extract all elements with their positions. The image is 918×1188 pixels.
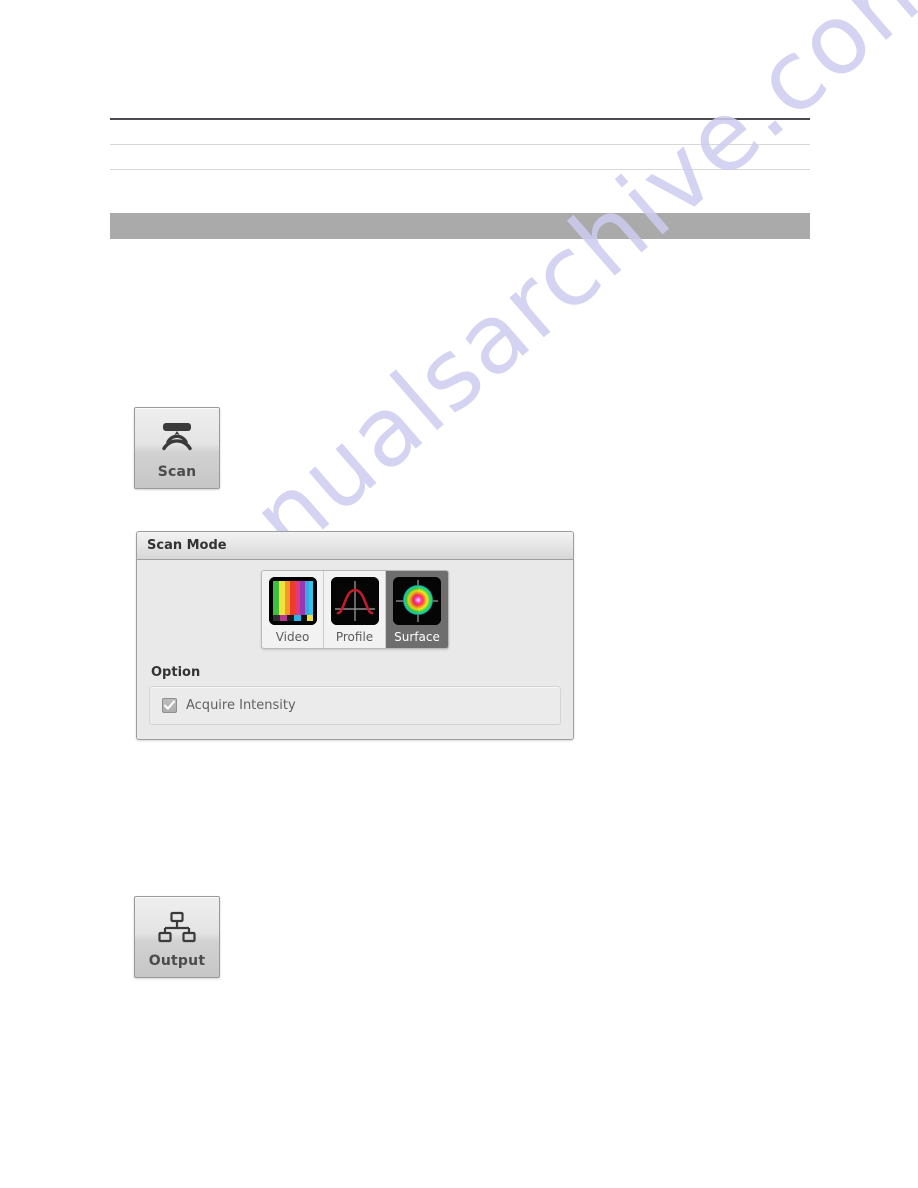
section-bar [110,213,810,239]
scan-mode-option-surface[interactable]: Surface [386,571,448,648]
scan-mode-panel-body: Video Profile Surface Option Acquire Int… [137,560,573,739]
acquire-intensity-label: Acquire Intensity [186,698,296,713]
color-bars-icon [268,577,317,625]
surface-heatmap-icon [393,577,441,625]
scan-button[interactable]: Scan [134,407,220,489]
option-group-title: Option [151,665,201,680]
output-button-label: Output [148,953,206,969]
scan-mode-panel: Scan Mode Video Profile Surface Option A… [136,531,574,740]
document-page: Scan Scan Mode Video Profile Surface Opt… [0,0,918,1188]
scan-mode-label-surface: Surface [394,630,440,644]
output-button[interactable]: Output [134,896,220,978]
rule-spacer-b [110,145,810,169]
acquire-intensity-checkbox[interactable] [162,698,177,713]
scan-mode-panel-header: Scan Mode [137,532,573,560]
scan-button-label: Scan [157,464,197,480]
scan-mode-selector-wrap: Video Profile Surface [149,570,561,649]
rule-spacer-a [110,120,810,144]
acquire-intensity-row[interactable]: Acquire Intensity [162,698,548,713]
bell-curve-icon [330,577,379,625]
option-group-box: Acquire Intensity [149,686,561,725]
rule-bottom [110,169,810,170]
scan-mode-selector: Video Profile Surface [261,570,449,649]
scan-mode-label-profile: Profile [335,630,374,644]
scan-mode-option-video[interactable]: Video [262,571,324,648]
scan-mode-option-profile[interactable]: Profile [324,571,386,648]
scan-sensor-icon [155,422,199,456]
scan-mode-label-video: Video [275,630,310,644]
header-rules [110,118,810,170]
network-tree-icon [155,911,199,945]
scan-mode-panel-title: Scan Mode [147,538,227,553]
